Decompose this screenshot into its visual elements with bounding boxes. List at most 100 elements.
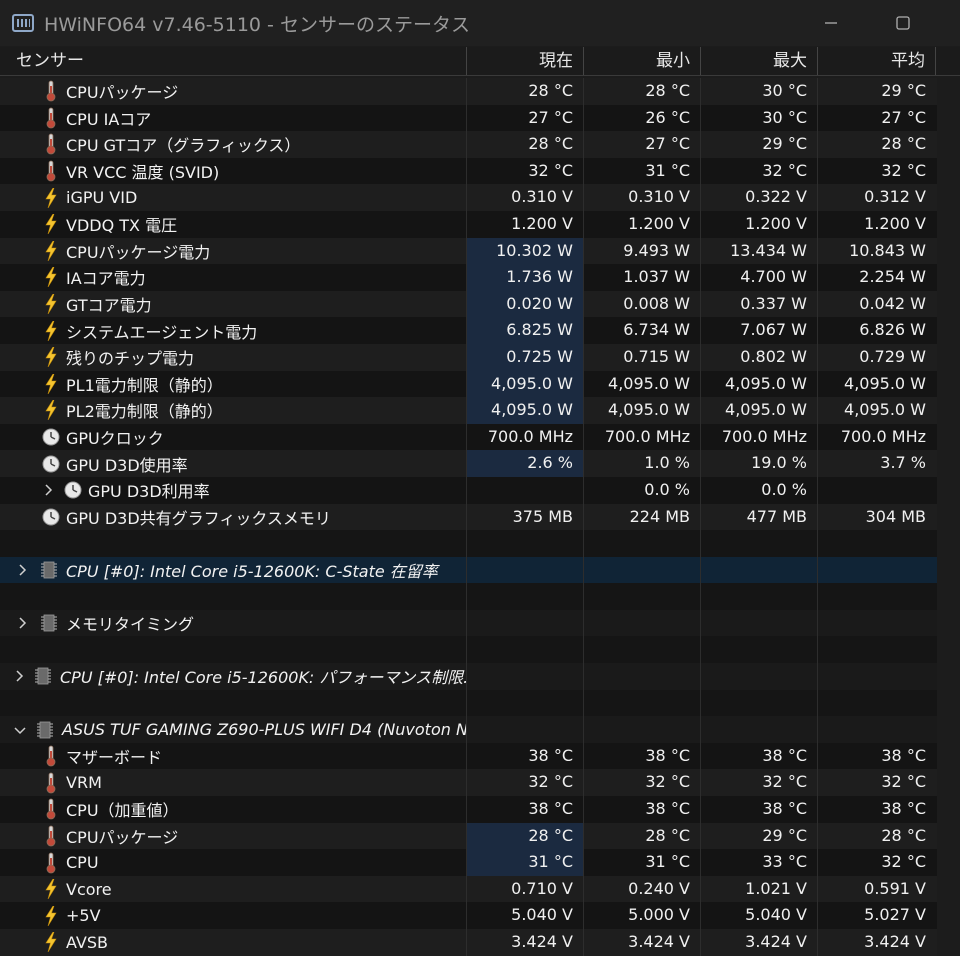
sensor-subgroup-row[interactable]: GPU D3D利用率 0.0 % 0.0 % — [0, 476, 937, 504]
chevron-right-icon[interactable] — [14, 562, 30, 578]
value-current: 0.725 W — [467, 343, 584, 371]
thermometer-icon — [42, 134, 60, 155]
value-max: 0.802 W — [701, 343, 818, 371]
sensor-label: 残りのチップ電力 — [66, 349, 195, 369]
sensor-label: GPU D3D利用率 — [88, 482, 210, 502]
sensor-row[interactable]: CPU 31 °C 31 °C 33 °C 32 °C — [0, 849, 937, 876]
sensor-name-cell: CPUパッケージ — [0, 78, 467, 105]
empty-cell — [467, 609, 584, 637]
thermometer-icon — [42, 798, 60, 820]
chevron-right-icon[interactable] — [14, 615, 30, 631]
minimize-button[interactable] — [816, 8, 846, 38]
thermometer-icon — [42, 107, 60, 129]
value-current: 5.040 V — [467, 902, 584, 929]
value-avg: 0.591 V — [864, 878, 926, 898]
column-header-avg[interactable]: 平均 — [818, 47, 936, 75]
chevron-right-icon[interactable] — [40, 482, 56, 498]
value-min: 1.0 % — [584, 450, 701, 477]
column-header-current[interactable]: 現在 — [467, 47, 584, 75]
sensor-row[interactable]: 残りのチップ電力 0.725 W 0.715 W 0.802 W 0.729 W — [0, 343, 937, 371]
thermometer-icon — [42, 80, 60, 102]
value-max: 700.0 MHz — [701, 423, 818, 451]
value-min: 4,095.0 W — [584, 370, 701, 398]
value-current: 0.710 V — [467, 875, 584, 903]
sensor-row[interactable]: GPU D3D使用率 2.6 % 1.0 % 19.0 % 3.7 % — [0, 450, 937, 477]
sensor-label: CPU — [66, 853, 99, 873]
value-current: 0.310 V — [467, 184, 584, 211]
empty-cell — [818, 610, 936, 637]
chevron-down-icon[interactable] — [14, 722, 26, 738]
sensor-name-cell: GPU D3D使用率 — [0, 450, 467, 477]
value-current: 4,095.0 W — [467, 397, 584, 424]
chevron-right-icon[interactable] — [14, 668, 24, 684]
sensor-row[interactable]: IAコア電力 1.736 W 1.037 W 4.700 W 2.254 W — [0, 264, 937, 291]
clock-icon — [42, 427, 60, 447]
column-header-sensor[interactable]: センサー — [0, 47, 467, 75]
value-current: 10.302 W — [467, 237, 584, 265]
vertical-scrollbar[interactable] — [937, 78, 960, 940]
sensor-row[interactable]: +5V 5.040 V 5.000 V 5.040 V 5.027 V — [0, 902, 937, 929]
sensor-row[interactable]: CPUパッケージ 28 °C 28 °C 29 °C 28 °C — [0, 822, 937, 850]
sensor-group-row[interactable]: CPU [#0]: Intel Core i5-12600K: パフォーマンス制… — [0, 663, 937, 690]
sensor-row[interactable]: GTコア電力 0.020 W 0.008 W 0.337 W 0.042 W — [0, 290, 937, 318]
column-header-min[interactable]: 最小 — [584, 47, 701, 75]
value-avg: 4,095.0 W — [844, 400, 926, 420]
sensor-label: +5V — [66, 906, 101, 926]
sensor-label: GTコア電力 — [66, 296, 152, 316]
value-min: 6.734 W — [584, 317, 701, 344]
sensor-label: VDDQ TX 電圧 — [66, 216, 178, 236]
maximize-button[interactable] — [888, 8, 918, 38]
sensor-row[interactable]: PL1電力制限（静的） 4,095.0 W 4,095.0 W 4,095.0 W 4,… — [0, 370, 937, 398]
sensor-name-cell: +5V — [0, 902, 467, 929]
sensor-group-row[interactable]: メモリタイミング — [0, 609, 937, 637]
sensor-row[interactable]: CPU GTコア（グラフィックス） 28 °C 27 °C 29 °C 28 °C — [0, 131, 937, 158]
column-header-max[interactable]: 最大 — [701, 47, 818, 75]
sensor-name-cell: VR VCC 温度 (SVID) — [0, 157, 467, 185]
sensor-row[interactable]: PL2電力制限（静的） 4,095.0 W 4,095.0 W 4,095.0 W 4,… — [0, 397, 937, 424]
sensor-row[interactable]: GPU D3D共有グラフィックスメモリ 375 MB 224 MB 477 MB 304… — [0, 503, 937, 531]
sensor-label: マザーボード — [66, 748, 163, 768]
sensor-name-cell: AVSB — [0, 929, 467, 956]
sensor-row[interactable]: AVSB 3.424 V 3.424 V 3.424 V 3.424 V — [0, 929, 937, 956]
value-avg: 0.042 W — [859, 293, 926, 313]
value-avg — [818, 477, 936, 504]
sensor-group-row[interactable]: ASUS TUF GAMING Z690-PLUS WIFI D4 (Nuvot… — [0, 716, 937, 743]
sensor-row[interactable]: Vcore 0.710 V 0.240 V 1.021 V 0.591 V — [0, 875, 937, 903]
sensor-row[interactable]: VR VCC 温度 (SVID) 32 °C 31 °C 32 °C 32 °C — [0, 157, 937, 185]
value-min: 0.715 W — [584, 343, 701, 371]
sensor-name-cell: CPU [#0]: Intel Core i5-12600K: C-State … — [0, 556, 467, 584]
sensor-name-cell: iGPU VID — [0, 184, 467, 211]
sensor-label: CPU GTコア（グラフィックス） — [66, 136, 301, 156]
sensor-row[interactable]: VDDQ TX 電圧 1.200 V 1.200 V 1.200 V 1.200 V — [0, 210, 937, 238]
sensor-name-cell: 残りのチップ電力 — [0, 343, 467, 371]
value-avg: 6.826 W — [859, 320, 926, 340]
sensor-group-row[interactable]: CPU [#0]: Intel Core i5-12600K: C-State … — [0, 556, 937, 584]
value-min: 224 MB — [584, 503, 701, 531]
value-min: 4,095.0 W — [584, 397, 701, 424]
sensor-label: Vcore — [66, 879, 112, 899]
sensor-row[interactable]: GPUクロック 700.0 MHz 700.0 MHz 700.0 MHz 700.0 … — [0, 423, 937, 451]
value-max: 4,095.0 W — [701, 370, 818, 398]
empty-cell — [467, 663, 584, 690]
sensor-name-cell: VDDQ TX 電圧 — [0, 210, 467, 238]
sensor-row[interactable]: CPUパッケージ 28 °C 28 °C 30 °C 29 °C — [0, 78, 937, 105]
sensor-row[interactable]: VRM 32 °C 32 °C 32 °C 32 °C — [0, 769, 937, 797]
sensor-row[interactable]: システムエージェント電力 6.825 W 6.734 W 7.067 W 6.826 W — [0, 317, 937, 344]
value-max: 32 °C — [701, 157, 818, 185]
value-avg: 4,095.0 W — [844, 373, 926, 393]
value-min: 0.240 V — [584, 875, 701, 903]
value-current: 31 °C — [467, 849, 584, 876]
value-current: 1.200 V — [467, 210, 584, 238]
value-min: 27 °C — [584, 131, 701, 158]
sensor-label: GPUクロック — [66, 429, 164, 449]
value-min: 28 °C — [584, 822, 701, 850]
value-avg: 28 °C — [881, 825, 926, 845]
sensor-row[interactable]: iGPU VID 0.310 V 0.310 V 0.322 V 0.312 V — [0, 184, 937, 211]
sensor-row[interactable]: CPU（加重値） 38 °C 38 °C 38 °C 38 °C — [0, 796, 937, 823]
value-max: 0.337 W — [701, 290, 818, 318]
empty-cell — [818, 557, 936, 584]
sensor-row[interactable]: CPUパッケージ電力 10.302 W 9.493 W 13.434 W 10.843 … — [0, 237, 937, 265]
sensor-row[interactable]: マザーボード 38 °C 38 °C 38 °C 38 °C — [0, 742, 937, 770]
sensor-name-cell: マザーボード — [0, 742, 467, 770]
sensor-row[interactable]: CPU IAコア 27 °C 26 °C 30 °C 27 °C — [0, 104, 937, 132]
